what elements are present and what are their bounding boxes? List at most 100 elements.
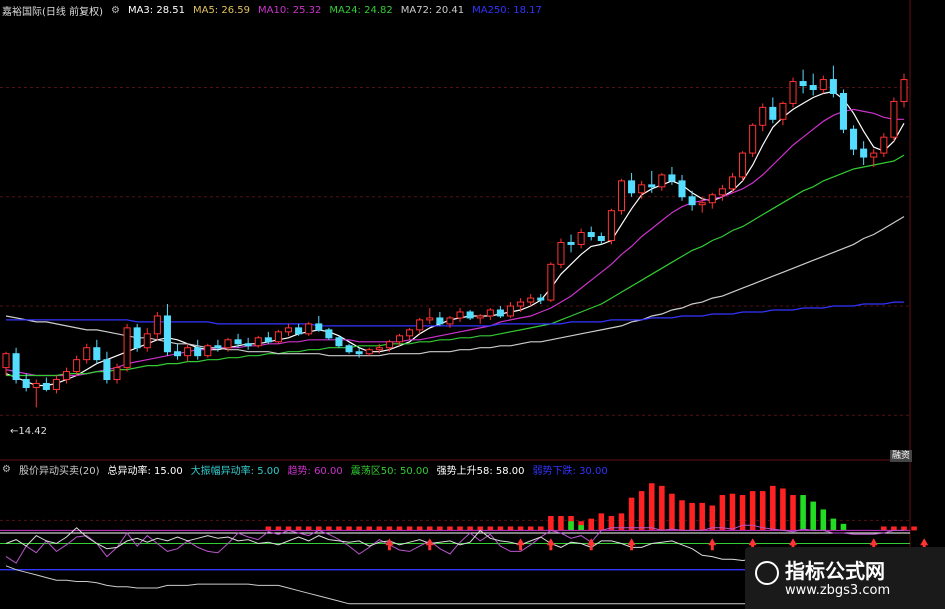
candle-up (426, 317, 434, 321)
signal-bar-green (568, 521, 574, 531)
candle-down (436, 317, 444, 325)
candle-down (860, 148, 868, 158)
signal-bar-red (699, 502, 705, 531)
candle-up (123, 327, 131, 369)
watermark-url: www.zbgs3.com (785, 583, 891, 598)
candle-up (527, 297, 535, 303)
candle-down (103, 359, 111, 381)
candle-down (295, 327, 303, 335)
signal-bar-red (437, 526, 443, 531)
buy-arrow-icon (546, 538, 555, 551)
candle-up (2, 353, 10, 369)
signal-bar-red (336, 526, 342, 531)
candle-up (143, 333, 151, 349)
signal-bar-red (487, 526, 494, 531)
candle-down (466, 311, 474, 319)
candle-up (153, 315, 161, 335)
candle-up (375, 347, 383, 351)
signal-bar-red (911, 526, 917, 531)
candle-down (668, 174, 676, 182)
candle-up (708, 194, 716, 204)
candle-down (537, 297, 545, 301)
candle-up (184, 347, 192, 357)
kline-chart[interactable] (0, 0, 945, 609)
financing-tag: 融资 (890, 450, 913, 462)
candle-down (315, 323, 323, 331)
candle-down (325, 329, 333, 339)
signal-bar-red (356, 526, 362, 531)
signal-bar-red (376, 526, 383, 531)
candle-up (456, 311, 464, 319)
candle-up (506, 305, 515, 317)
signal-bar-red (265, 526, 272, 531)
candle-up (547, 263, 555, 301)
signal-bar-red (447, 526, 453, 531)
candle-down (22, 379, 30, 388)
candle-up (698, 202, 706, 206)
signal-bar-red (346, 526, 352, 531)
candle-up (446, 317, 454, 325)
candle-up (486, 309, 494, 317)
candle-down (799, 81, 807, 87)
signal-bar-red (679, 500, 685, 531)
signal-bar-red (326, 526, 332, 531)
signal-bar-red (507, 526, 514, 531)
candle-up (305, 323, 313, 335)
signal-bar-green (578, 525, 584, 531)
signal-bar-red (638, 491, 645, 531)
candle-down (587, 232, 595, 237)
candle-up (658, 174, 666, 188)
ma-line-ma10 (5, 108, 904, 377)
watermark-logo: 指标公式网 www.zbgs3.com (745, 547, 945, 609)
candle-down (597, 236, 605, 241)
signal-bar-red (527, 526, 534, 531)
candle-up (365, 349, 373, 355)
signal-bar-red (770, 485, 776, 531)
candle-down (809, 85, 817, 91)
candle-down (335, 337, 343, 347)
candle-down (769, 106, 777, 120)
buy-arrow-icon (516, 538, 525, 551)
candle-up (880, 136, 888, 154)
candle-up (779, 102, 787, 120)
candle-up (900, 79, 908, 102)
signal-bar-red (719, 495, 726, 531)
candle-down (174, 351, 182, 357)
candle-up (870, 152, 878, 158)
candle-up (728, 176, 736, 190)
buy-arrow-icon (708, 538, 717, 551)
signal-bar-red (305, 526, 312, 531)
signal-bar-red (366, 526, 373, 531)
signal-bar-red (901, 526, 907, 531)
buy-arrow-icon (425, 538, 434, 551)
signal-bar-green (820, 509, 827, 531)
signal-bar-red (628, 497, 635, 531)
signal-bar-red (659, 485, 665, 531)
candle-down (496, 309, 504, 317)
candle-up (789, 81, 797, 104)
watermark-title: 指标公式网 (785, 559, 885, 583)
candle-down (244, 343, 252, 347)
signal-bar-green (800, 495, 806, 531)
signal-bar-red (406, 526, 413, 531)
signal-bar-red (891, 526, 897, 531)
signal-bar-red (285, 526, 292, 531)
candle-up (759, 106, 767, 126)
candle-up (83, 347, 91, 361)
candle-down (345, 345, 353, 353)
buy-arrow-icon (627, 538, 636, 551)
signal-bar-green (830, 518, 837, 531)
signal-bar-red (316, 526, 322, 531)
signal-bar-red (558, 515, 564, 531)
candle-up (577, 232, 585, 245)
candle-up (73, 359, 81, 373)
candle-up (385, 341, 393, 349)
signal-bar-red (416, 526, 423, 531)
candle-up (63, 371, 71, 381)
signal-bar-red (689, 502, 695, 531)
signal-bar-red (275, 526, 282, 531)
candle-down (264, 337, 272, 343)
signal-bar-red (790, 495, 796, 531)
candle-up (739, 152, 747, 178)
signal-bar-red (780, 488, 786, 531)
